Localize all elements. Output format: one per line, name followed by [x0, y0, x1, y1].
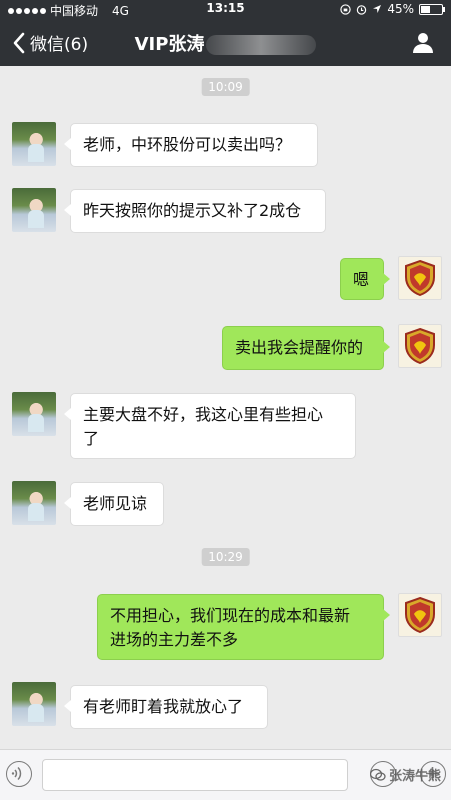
alarm-icon [357, 4, 367, 15]
timestamp: 10:09 [201, 78, 250, 96]
more-button[interactable] [420, 761, 446, 787]
chat-area[interactable]: 10:09 老师，中环股份可以卖出吗？ 昨天按照你的提示又补了2成仓 嗯 卖出我… [0, 66, 451, 749]
nav-bar: 微信(6) VIP张涛 [0, 18, 451, 66]
lock-rotation-icon [340, 3, 352, 15]
profile-button[interactable] [411, 30, 435, 54]
chat-title: VIP张涛 [0, 30, 451, 56]
chat-title-text: VIP张涛 [134, 34, 205, 55]
avatar-student[interactable] [12, 392, 56, 436]
avatar-student[interactable] [12, 682, 56, 726]
person-icon [413, 33, 433, 53]
message-text: 老师见谅 [83, 494, 148, 513]
status-right: 45% [340, 2, 445, 16]
shield-logo-icon [405, 259, 435, 297]
redacted-blur [206, 35, 317, 55]
message-text-line: 主要大盘不好，我这心里有些担心 [83, 405, 324, 424]
avatar-student[interactable] [12, 122, 56, 166]
message-bubble-incoming[interactable]: 老师，中环股份可以卖出吗？ [64, 123, 318, 167]
message-bubble-incoming[interactable]: 老师见谅 [64, 482, 164, 526]
battery-icon [419, 3, 445, 15]
avatar-student[interactable] [12, 188, 56, 232]
location-icon [373, 5, 382, 13]
message-bubble-outgoing[interactable]: 不用担心，我们现在的成本和最新 进场的主力差不多 [97, 594, 390, 660]
message-text-line: 了 [83, 429, 100, 448]
timestamp: 10:29 [201, 548, 250, 566]
avatar-teacher[interactable] [398, 256, 442, 300]
message-text: 有老师盯着我就放心了 [83, 697, 244, 716]
message-bubble-outgoing[interactable]: 嗯 [340, 258, 390, 300]
avatar-teacher[interactable] [398, 324, 442, 368]
message-bubble-incoming[interactable]: 主要大盘不好，我这心里有些担心 了 [64, 393, 356, 459]
message-text: 卖出我会提醒你的 [235, 338, 364, 357]
input-bar: 张涛牛熊 [0, 749, 451, 800]
status-bar: 中国移动 4G 13:15 45% [0, 0, 451, 18]
shield-logo-icon [405, 327, 435, 365]
message-bubble-outgoing[interactable]: 卖出我会提醒你的 [222, 326, 390, 370]
message-text-line: 不用担心，我们现在的成本和最新 [110, 606, 351, 625]
avatar-student[interactable] [12, 481, 56, 525]
message-text: 老师，中环股份可以卖出吗？ [83, 135, 292, 154]
message-input[interactable] [42, 759, 348, 791]
message-text: 昨天按照你的提示又补了2成仓 [83, 201, 302, 220]
message-bubble-incoming[interactable]: 有老师盯着我就放心了 [64, 685, 268, 729]
avatar-teacher[interactable] [398, 593, 442, 637]
voice-button[interactable] [6, 761, 32, 787]
plus-icon [426, 767, 439, 780]
voice-icon [11, 766, 22, 781]
shield-logo-icon [405, 596, 435, 634]
message-text-line: 进场的主力差不多 [110, 630, 239, 649]
emoji-button[interactable] [370, 761, 396, 787]
message-bubble-incoming[interactable]: 昨天按照你的提示又补了2成仓 [64, 189, 326, 233]
message-text: 嗯 [353, 270, 370, 289]
battery-percent: 45% [387, 2, 414, 16]
